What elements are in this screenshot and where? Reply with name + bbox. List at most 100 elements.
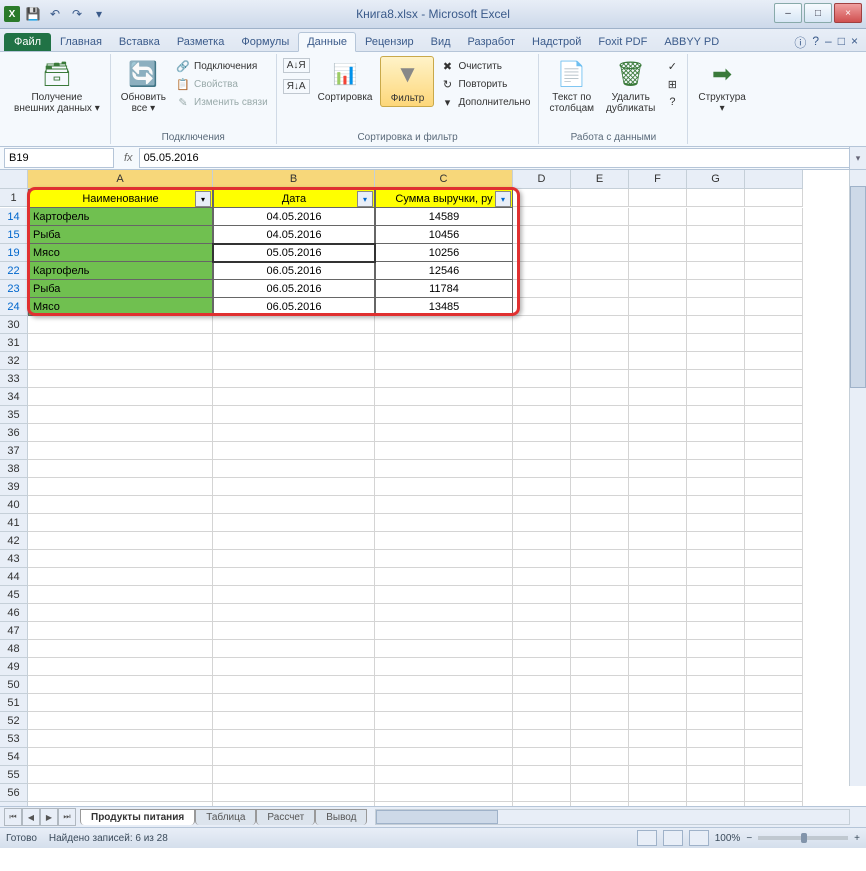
data-validation-button[interactable]: ✓	[663, 58, 681, 74]
cell[interactable]	[629, 784, 687, 802]
cell[interactable]	[571, 352, 629, 370]
row-header[interactable]: 33	[0, 370, 28, 388]
cell[interactable]	[629, 442, 687, 460]
cell[interactable]	[513, 604, 571, 622]
cell[interactable]	[629, 262, 687, 280]
cell[interactable]	[513, 388, 571, 406]
cell[interactable]	[28, 676, 213, 694]
sheet-nav-prev[interactable]: ◀	[22, 808, 40, 826]
cell[interactable]	[687, 226, 745, 244]
cell[interactable]	[629, 640, 687, 658]
select-all-corner[interactable]	[0, 170, 28, 189]
view-pagebreak-button[interactable]	[689, 830, 709, 846]
cell[interactable]	[375, 370, 513, 388]
cell[interactable]	[629, 388, 687, 406]
cell[interactable]	[745, 189, 803, 207]
cell[interactable]	[745, 658, 803, 676]
cell[interactable]	[571, 568, 629, 586]
cell[interactable]	[513, 334, 571, 352]
cell[interactable]	[28, 316, 213, 334]
cell[interactable]	[629, 208, 687, 226]
cell[interactable]	[28, 478, 213, 496]
tab-developer[interactable]: Разработ	[460, 33, 523, 51]
cell[interactable]	[629, 730, 687, 748]
cell[interactable]	[571, 334, 629, 352]
row-header[interactable]: 40	[0, 496, 28, 514]
cell[interactable]	[213, 748, 375, 766]
cell[interactable]	[513, 676, 571, 694]
cell[interactable]	[745, 226, 803, 244]
cell[interactable]	[745, 316, 803, 334]
row-header[interactable]: 46	[0, 604, 28, 622]
cell[interactable]	[28, 766, 213, 784]
cell[interactable]	[629, 622, 687, 640]
cell[interactable]	[571, 784, 629, 802]
cell[interactable]	[213, 370, 375, 388]
sheet-nav-next[interactable]: ▶	[40, 808, 58, 826]
cell[interactable]	[687, 748, 745, 766]
tab-layout[interactable]: Разметка	[169, 33, 233, 51]
cell[interactable]	[687, 352, 745, 370]
cell[interactable]	[687, 622, 745, 640]
sort-asc-button[interactable]: А↓Я	[283, 58, 310, 73]
cell[interactable]	[629, 676, 687, 694]
cell-sum[interactable]: 12546	[375, 262, 513, 280]
row-header[interactable]: 37	[0, 442, 28, 460]
cell[interactable]	[687, 406, 745, 424]
cell[interactable]	[745, 622, 803, 640]
table-header-cell[interactable]: Дата▾	[213, 189, 375, 208]
cell[interactable]	[375, 604, 513, 622]
cell[interactable]	[28, 388, 213, 406]
cell-sum[interactable]: 10256	[375, 244, 513, 262]
row-header[interactable]: 54	[0, 748, 28, 766]
row-header[interactable]: 43	[0, 550, 28, 568]
row-header[interactable]: 50	[0, 676, 28, 694]
cell[interactable]	[375, 442, 513, 460]
row-header[interactable]: 51	[0, 694, 28, 712]
filter-button[interactable]: ▼ Фильтр	[380, 56, 434, 107]
cell[interactable]	[213, 640, 375, 658]
formula-input[interactable]: 05.05.2016	[139, 148, 849, 168]
tab-addins[interactable]: Надстрой	[524, 33, 589, 51]
close-button[interactable]: ×	[834, 3, 862, 23]
column-header[interactable]: D	[513, 170, 571, 189]
cell[interactable]	[213, 334, 375, 352]
cell[interactable]	[687, 424, 745, 442]
cell[interactable]	[28, 532, 213, 550]
cell[interactable]	[687, 370, 745, 388]
cell[interactable]	[687, 658, 745, 676]
cell[interactable]	[513, 478, 571, 496]
cell[interactable]	[213, 766, 375, 784]
zoom-thumb[interactable]	[801, 833, 807, 843]
row-header[interactable]: 47	[0, 622, 28, 640]
doc-restore-button[interactable]: □	[838, 34, 845, 51]
tab-abbyy[interactable]: ABBYY PD	[656, 33, 727, 51]
cell[interactable]	[745, 280, 803, 298]
cell[interactable]	[745, 460, 803, 478]
external-data-button[interactable]: 🗃 Получение внешних данных ▾	[10, 56, 104, 116]
cell[interactable]	[571, 298, 629, 316]
cell[interactable]	[513, 802, 571, 806]
cell[interactable]	[745, 478, 803, 496]
clear-filter-button[interactable]: ✖Очистить	[438, 58, 532, 74]
cell[interactable]	[213, 460, 375, 478]
cell[interactable]	[513, 280, 571, 298]
cell[interactable]	[745, 514, 803, 532]
cell[interactable]	[745, 298, 803, 316]
cell-name[interactable]: Мясо	[28, 298, 213, 316]
filter-dropdown-icon[interactable]: ▾	[195, 191, 211, 207]
cell[interactable]	[745, 424, 803, 442]
cell[interactable]	[687, 244, 745, 262]
cell-sum[interactable]: 11784	[375, 280, 513, 298]
cell[interactable]	[629, 406, 687, 424]
filter-dropdown-icon[interactable]: ▾	[357, 191, 373, 207]
cell[interactable]	[571, 730, 629, 748]
cell[interactable]	[571, 189, 629, 207]
cell[interactable]	[571, 244, 629, 262]
tab-data[interactable]: Данные	[298, 32, 356, 52]
cell[interactable]	[375, 478, 513, 496]
cell[interactable]	[375, 658, 513, 676]
column-header[interactable]: A	[28, 170, 213, 189]
column-header[interactable]: B	[213, 170, 375, 189]
cell[interactable]	[687, 640, 745, 658]
